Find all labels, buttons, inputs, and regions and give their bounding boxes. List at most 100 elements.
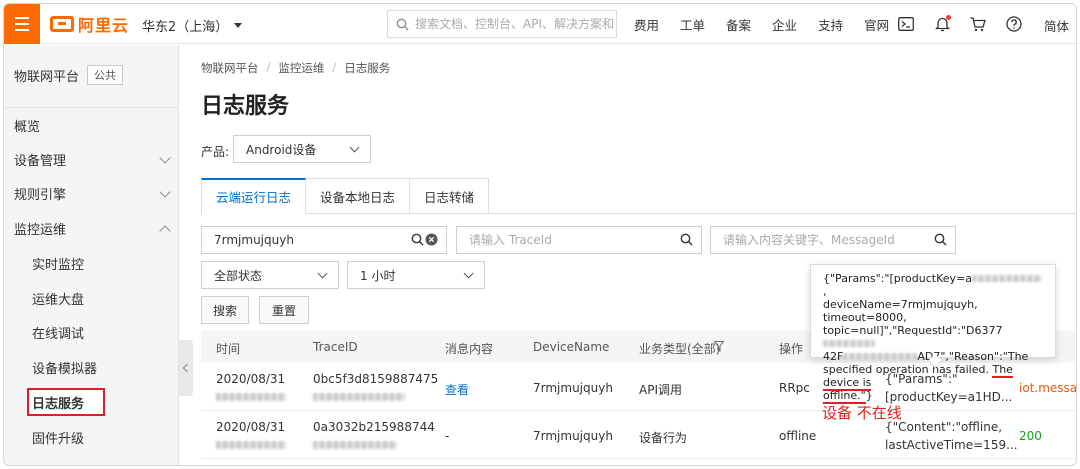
tab-device-local-logs[interactable]: 设备本地日志 — [306, 178, 411, 214]
traceid-input[interactable] — [469, 233, 639, 247]
keyword-input[interactable] — [723, 233, 933, 247]
sidebar-collapse-toggle[interactable] — [179, 340, 193, 396]
sidebar-item-label: 监控运维 — [14, 222, 67, 238]
sidebar-item-label: 日志服务 — [32, 396, 85, 412]
row-biz-type: 设备行为 — [639, 431, 688, 445]
link-enterprise[interactable]: 企业 — [772, 15, 797, 34]
caret-down-icon — [234, 23, 243, 28]
table-row: 2020/08/31 0a3032b215988744 - 7rmjmujquy… — [201, 411, 1076, 459]
breadcrumb-item[interactable]: 物联网平台 — [201, 60, 259, 76]
link-tickets[interactable]: 工单 — [680, 15, 705, 34]
link-icp[interactable]: 备案 — [726, 15, 751, 34]
sidebar-item-firmware-upgrade[interactable]: 固件升级 — [4, 420, 179, 454]
hamburger-menu-icon[interactable] — [4, 4, 40, 44]
keyword-field[interactable] — [710, 226, 956, 254]
redacted — [823, 340, 875, 347]
row-extra: 200 — [1019, 429, 1042, 443]
aliyun-logo[interactable]: 阿里云 — [50, 14, 129, 35]
row-detail-line1: {"Content":"offline, — [885, 420, 1003, 434]
header-biz-type[interactable]: 业务类型(全部) — [639, 340, 720, 357]
sidebar-item-label: 规则引擎 — [14, 187, 67, 203]
row-time: 2020/08/31 — [216, 420, 286, 434]
instance-badge[interactable]: 公共 — [87, 65, 124, 85]
reset-button[interactable]: 重置 — [259, 296, 309, 324]
sidebar-title: 物联网平台 公共 — [14, 65, 124, 85]
global-search-input[interactable] — [415, 17, 615, 31]
region-selector[interactable]: 华东2（上海） — [142, 16, 243, 35]
region-label: 华东2（上海） — [142, 20, 229, 35]
row-device-name: 7rmjmujquyh — [533, 381, 613, 395]
row-time: 2020/08/31 — [216, 372, 286, 386]
row-time-redacted — [216, 390, 286, 404]
sidebar-item-label: 实时监控 — [32, 257, 85, 273]
row-traceid: 0a3032b215988744 — [313, 420, 435, 434]
sidebar-item-rules-engine[interactable]: 规则引擎 — [4, 176, 179, 210]
traceid-field[interactable] — [456, 226, 702, 254]
breadcrumb-item: 日志服务 — [344, 61, 391, 75]
status-select[interactable]: 全部状态 — [201, 261, 339, 289]
time-range-select[interactable]: 1 小时 — [347, 261, 485, 289]
popover-text: 42F — [823, 350, 844, 363]
tab-log-dump[interactable]: 日志转储 — [410, 178, 490, 214]
chevron-down-icon — [317, 268, 328, 279]
device-name-input[interactable] — [214, 233, 384, 247]
sidebar-item-label: 概览 — [14, 119, 41, 135]
tab-cloud-logs[interactable]: 云端运行日志 — [201, 178, 307, 214]
row-traceid-redacted — [313, 438, 397, 452]
sidebar-product-name: 物联网平台 — [14, 69, 80, 85]
page-title: 日志服务 — [201, 94, 290, 119]
link-support[interactable]: 支持 — [818, 15, 843, 34]
breadcrumb-separator: / — [266, 60, 271, 74]
top-links: 费用 工单 备案 企业 支持 官网 — [634, 4, 910, 44]
cart-icon[interactable] — [969, 15, 987, 33]
sidebar-item-device-simulator[interactable]: 设备模拟器 — [4, 350, 179, 384]
breadcrumb-separator: / — [332, 60, 337, 74]
search-icon[interactable] — [411, 233, 424, 249]
sidebar-item-label: 在线调试 — [32, 326, 85, 342]
popover-line: offline."} — [823, 389, 1045, 404]
bell-icon[interactable] — [933, 15, 951, 33]
row-operation: offline — [779, 429, 817, 443]
chevron-up-icon — [159, 225, 171, 237]
row-traceid-redacted — [313, 390, 405, 404]
device-name-field[interactable] — [201, 226, 447, 254]
link-fees[interactable]: 费用 — [634, 15, 659, 34]
popover-line: deviceName=7rmjmujquyh, timeout=8000, — [823, 298, 978, 324]
sidebar-item-online-debug[interactable]: 在线调试 — [4, 315, 179, 349]
chevron-left-icon — [182, 363, 192, 373]
sidebar-item-label: 运维大盘 — [32, 292, 85, 308]
sidebar-item-log-service[interactable]: 日志服务 — [4, 385, 179, 419]
breadcrumb-item[interactable]: 监控运维 — [278, 60, 324, 76]
product-select-value: Android设备 — [246, 142, 317, 157]
sidebar-item-overview[interactable]: 概览 — [4, 108, 179, 142]
top-icons — [897, 4, 1023, 44]
clear-icon[interactable] — [425, 233, 438, 249]
chevron-down-icon — [159, 152, 171, 164]
header-time: 时间 — [216, 342, 241, 356]
sidebar: 物联网平台 公共 概览 设备管理 规则引擎 监控运维 实时监控 运维大盘 在线调… — [4, 45, 179, 465]
redacted — [843, 353, 918, 360]
console-window: 阿里云 华东2（上海） 费用 工单 备案 企业 支持 官网 — [3, 3, 1077, 466]
offline-annotation: 设备 不在线 — [822, 404, 902, 422]
aliyun-logo-mark-icon — [50, 16, 74, 32]
product-select[interactable]: Android设备 — [233, 135, 371, 163]
filter-icon[interactable] — [713, 341, 725, 355]
terminal-icon[interactable] — [897, 15, 915, 33]
header-traceid: TraceID — [313, 340, 358, 354]
view-message-link[interactable]: 查看 — [445, 381, 469, 398]
header-device-name: DeviceName — [533, 340, 610, 354]
search-button[interactable]: 搜索 — [201, 296, 249, 324]
status-select-value: 全部状态 — [214, 268, 263, 283]
search-icon[interactable] — [680, 233, 693, 249]
sidebar-item-device-management[interactable]: 设备管理 — [4, 142, 179, 176]
sidebar-item-realtime-monitor[interactable]: 实时监控 — [4, 246, 179, 280]
link-official-site[interactable]: 官网 — [864, 15, 889, 34]
global-search[interactable] — [387, 10, 617, 38]
breadcrumb: 物联网平台 / 监控运维 / 日志服务 — [201, 60, 390, 76]
search-icon[interactable] — [934, 233, 947, 249]
language-switch[interactable]: 简体 — [1044, 16, 1069, 35]
sidebar-item-monitoring[interactable]: 监控运维 — [4, 211, 179, 245]
notification-dot — [946, 15, 951, 20]
help-icon[interactable] — [1005, 15, 1023, 33]
sidebar-item-ops-dashboard[interactable]: 运维大盘 — [4, 281, 179, 315]
